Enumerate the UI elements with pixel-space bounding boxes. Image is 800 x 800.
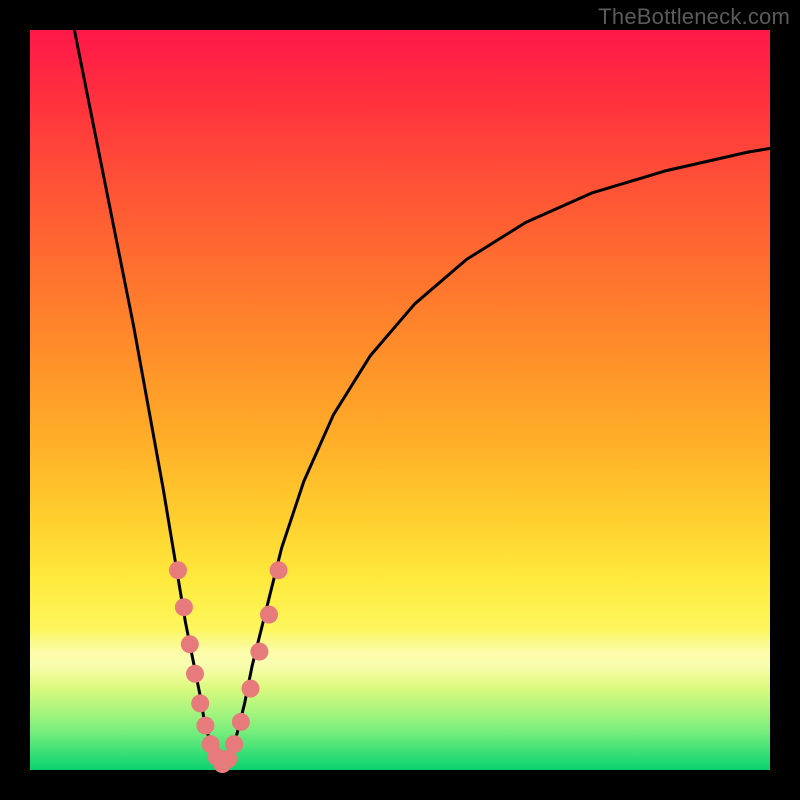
marker-dot: [181, 635, 199, 653]
watermark-text: TheBottleneck.com: [598, 4, 790, 30]
marker-dot: [250, 643, 268, 661]
marker-dot: [260, 606, 278, 624]
right-branch-curve: [222, 148, 770, 766]
marker-dot: [225, 735, 243, 753]
marker-dot: [186, 665, 204, 683]
marker-dot: [242, 680, 260, 698]
marker-dot: [196, 717, 214, 735]
left-branch-curve: [74, 30, 222, 766]
plot-area: [30, 30, 770, 770]
marker-dot: [169, 561, 187, 579]
marker-dot: [232, 713, 250, 731]
marker-dot: [270, 561, 288, 579]
curve-layer: [30, 30, 770, 770]
marker-dot: [191, 694, 209, 712]
chart-frame: TheBottleneck.com: [0, 0, 800, 800]
marker-dot: [175, 598, 193, 616]
